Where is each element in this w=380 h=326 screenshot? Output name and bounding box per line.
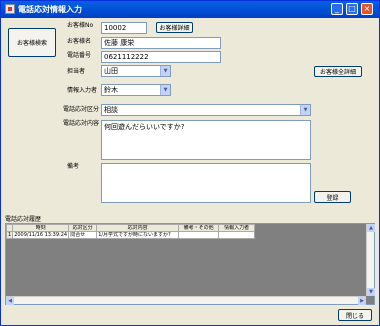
- row-time[interactable]: 2009/11/16 13:39:24: [12, 231, 70, 239]
- row-remarks[interactable]: [178, 231, 220, 239]
- customer-name-field[interactable]: 佐藤 康栄: [101, 37, 221, 49]
- minimize-button[interactable]: _: [331, 3, 343, 15]
- staff-label: 担当者: [67, 68, 86, 75]
- history-grid[interactable]: 時刻 応対区分 応対内容 備考・その他 情報入力者 1 2009/11/16 1…: [5, 223, 375, 305]
- header-time[interactable]: 時刻: [12, 224, 70, 232]
- header-entry-person[interactable]: 情報入力者: [218, 224, 256, 232]
- call-category-select[interactable]: 相談 ▼: [101, 104, 311, 116]
- title-bar[interactable]: 電話応対情報入力 _ □ ×: [1, 1, 379, 18]
- call-content-textarea[interactable]: 何回遊んだらいいですか?: [101, 120, 311, 160]
- staff-select[interactable]: 山田 ▼: [101, 65, 171, 77]
- chevron-down-icon[interactable]: ▼: [160, 66, 170, 76]
- call-category-label: 電話応対区分: [63, 106, 100, 113]
- entry-person-label: 情報入力者: [67, 87, 98, 94]
- vertical-scrollbar[interactable]: ▲ ▼: [366, 224, 375, 296]
- entry-person-select[interactable]: 鈴木 ▼: [101, 84, 171, 96]
- history-table: 時刻 応対区分 応対内容 備考・その他 情報入力者 1 2009/11/16 1…: [5, 224, 256, 239]
- customer-detail-button[interactable]: お客様詳細: [156, 22, 193, 33]
- header-content[interactable]: 応対内容: [96, 224, 180, 232]
- history-label: 電話応対履歴: [5, 216, 42, 223]
- scroll-up-icon[interactable]: ▲: [367, 224, 375, 232]
- main-window: 電話応対情報入力 _ □ × お客様検索 お客様No 10002 お客様詳細 お…: [0, 0, 380, 326]
- customer-search-button[interactable]: お客様検索: [8, 28, 56, 57]
- remarks-label: 備考: [67, 163, 80, 170]
- staff-select-value: 山田: [104, 67, 118, 75]
- entry-person-select-value: 鈴木: [104, 86, 118, 94]
- app-icon: [5, 4, 15, 14]
- phone-field[interactable]: 0621112222: [101, 51, 221, 63]
- call-content-label: 電話応対内容: [63, 120, 100, 127]
- header-remarks[interactable]: 備考・その他: [178, 224, 220, 232]
- row-category[interactable]: 問合せ: [68, 231, 98, 239]
- customer-no-label: お客様No: [67, 22, 94, 29]
- maximize-button[interactable]: □: [346, 3, 358, 15]
- chevron-down-icon[interactable]: ▼: [160, 85, 170, 95]
- scroll-down-icon[interactable]: ▼: [367, 288, 375, 296]
- scroll-right-icon[interactable]: ▶: [358, 297, 366, 305]
- customer-name-label: お客様名: [67, 38, 92, 45]
- close-button[interactable]: 閉じる: [338, 309, 372, 321]
- close-window-button[interactable]: ×: [361, 3, 373, 15]
- history-header-row: 時刻 応対区分 応対内容 備考・その他 情報入力者: [5, 224, 256, 232]
- remarks-textarea[interactable]: [101, 163, 311, 203]
- window-title: 電話応対情報入力: [18, 5, 82, 14]
- all-customer-detail-button[interactable]: お客様全詳細: [314, 66, 362, 77]
- header-category[interactable]: 応対区分: [68, 224, 98, 232]
- register-button[interactable]: 登録: [314, 191, 351, 203]
- table-row[interactable]: 1 2009/11/16 13:39:24 問合せ 1/月学式ですが時にないます…: [5, 231, 256, 239]
- phone-label: 電話番号: [67, 52, 92, 59]
- call-category-select-value: 相談: [104, 106, 118, 114]
- chevron-down-icon[interactable]: ▼: [300, 105, 310, 115]
- horizontal-scrollbar[interactable]: ◀ ▶: [6, 296, 366, 305]
- row-content[interactable]: 1/月学式ですが時にないますか?: [96, 231, 180, 239]
- customer-no-field[interactable]: 10002: [101, 22, 147, 34]
- row-entry-person[interactable]: [218, 231, 256, 239]
- scroll-left-icon[interactable]: ◀: [6, 297, 14, 305]
